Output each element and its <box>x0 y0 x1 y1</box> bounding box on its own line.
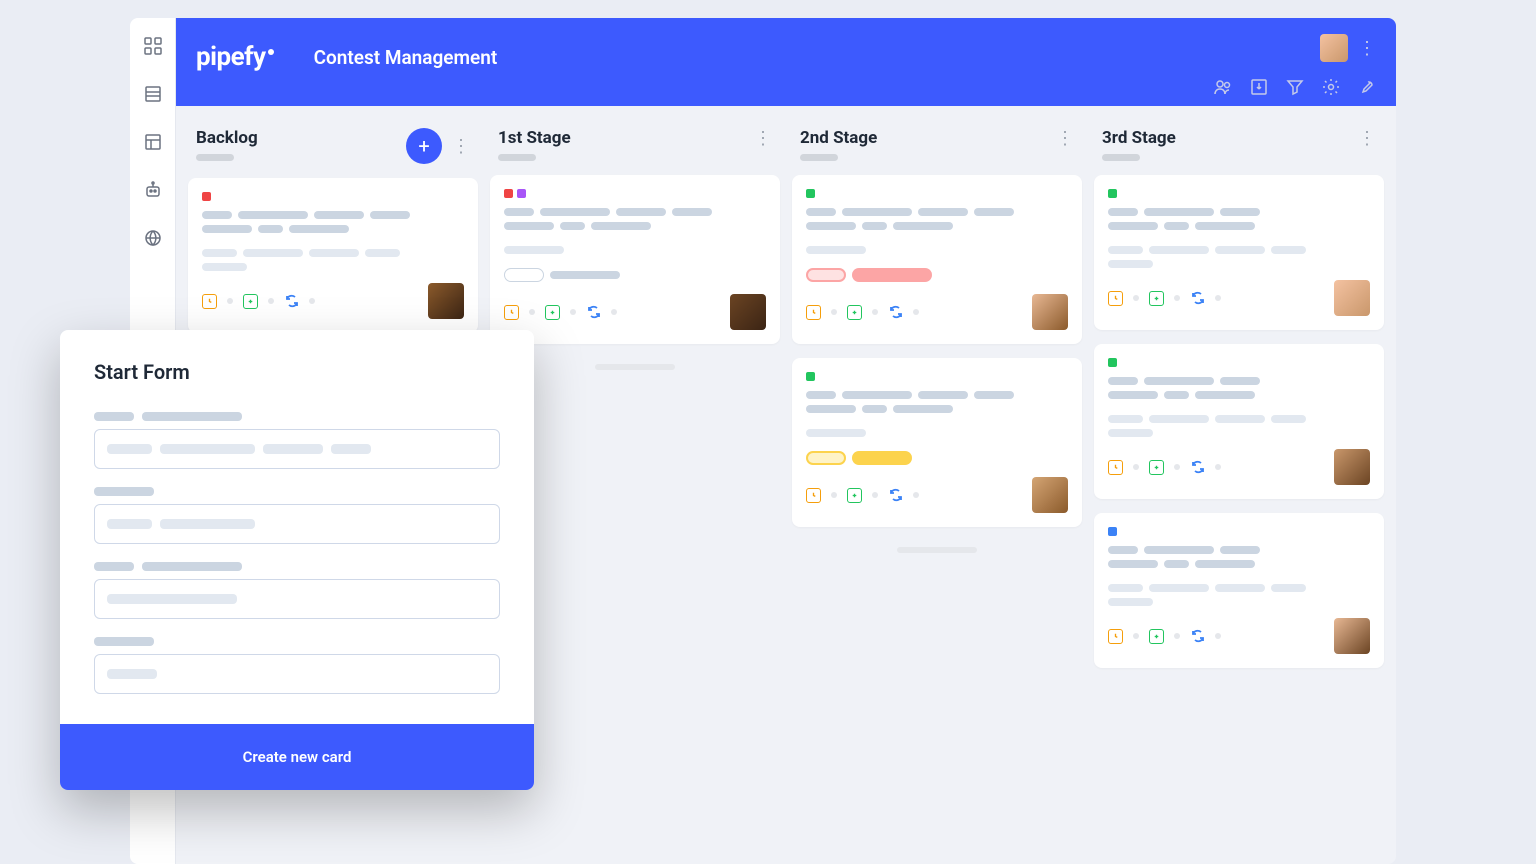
header-toolbar <box>1214 78 1376 96</box>
column-title: 3rd Stage <box>1102 128 1176 148</box>
column-header: Backlog + ⋮ <box>188 122 478 178</box>
sync-icon <box>888 305 903 320</box>
check-icon <box>847 305 862 320</box>
members-icon[interactable] <box>1214 78 1232 96</box>
check-icon <box>847 488 862 503</box>
label-purple <box>517 189 526 198</box>
globe-icon[interactable] <box>141 226 165 250</box>
column-title: 2nd Stage <box>800 128 877 148</box>
add-card-button[interactable]: + <box>406 128 442 164</box>
dashboard-icon[interactable] <box>141 34 165 58</box>
filter-icon[interactable] <box>1286 78 1304 96</box>
header-menu-icon[interactable]: ⋮ <box>1358 38 1376 59</box>
column-title: Backlog <box>196 128 258 148</box>
column-title: 1st Stage <box>498 128 571 148</box>
label-red <box>202 192 211 201</box>
settings-icon[interactable] <box>1322 78 1340 96</box>
assignee-avatar[interactable] <box>1334 449 1370 485</box>
wrench-icon[interactable] <box>1358 78 1376 96</box>
form-field-2[interactable] <box>94 504 500 544</box>
kanban-card[interactable] <box>792 358 1082 527</box>
sync-icon <box>1190 460 1205 475</box>
import-icon[interactable] <box>1250 78 1268 96</box>
assignee-avatar[interactable] <box>428 283 464 319</box>
check-icon <box>1149 629 1164 644</box>
header: pipefy Contest Management ⋮ <box>176 18 1396 106</box>
label-green <box>806 372 815 381</box>
clock-icon <box>806 305 821 320</box>
card-status-icons <box>202 294 315 309</box>
user-avatar[interactable] <box>1320 34 1348 62</box>
column-menu-icon[interactable]: ⋮ <box>1056 128 1074 149</box>
check-icon <box>1149 460 1164 475</box>
label-blue <box>1108 527 1117 536</box>
create-card-button[interactable]: Create new card <box>60 724 534 790</box>
column-scrollbar <box>897 547 977 553</box>
kanban-card[interactable] <box>490 175 780 344</box>
sync-icon <box>284 294 299 309</box>
start-form-modal: Start Form Create new card <box>60 330 534 790</box>
sync-icon <box>586 305 601 320</box>
logo: pipefy <box>196 42 274 72</box>
column-menu-icon[interactable]: ⋮ <box>754 128 772 149</box>
assignee-avatar[interactable] <box>1334 618 1370 654</box>
check-icon <box>545 305 560 320</box>
column-scrollbar <box>595 364 675 370</box>
column-stage-3: 3rd Stage ⋮ <box>1094 122 1384 864</box>
clock-icon <box>806 488 821 503</box>
clock-icon <box>1108 460 1123 475</box>
form-field-1[interactable] <box>94 429 500 469</box>
modal-title: Start Form <box>94 360 500 384</box>
assignee-avatar[interactable] <box>1032 294 1068 330</box>
clock-icon <box>1108 291 1123 306</box>
kanban-card[interactable] <box>792 175 1082 344</box>
kanban-card[interactable] <box>188 178 478 333</box>
form-field-3[interactable] <box>94 579 500 619</box>
kanban-card[interactable] <box>1094 513 1384 668</box>
form-field-4[interactable] <box>94 654 500 694</box>
label-green <box>806 189 815 198</box>
kanban-card[interactable] <box>1094 344 1384 499</box>
pipe-title: Contest Management <box>314 46 498 69</box>
column-stage-2: 2nd Stage ⋮ <box>792 122 1082 864</box>
sync-icon <box>888 488 903 503</box>
clock-icon <box>504 305 519 320</box>
clock-icon <box>1108 629 1123 644</box>
label-red <box>504 189 513 198</box>
label-green <box>1108 189 1117 198</box>
sync-icon <box>1190 629 1205 644</box>
layout-icon[interactable] <box>141 130 165 154</box>
assignee-avatar[interactable] <box>730 294 766 330</box>
kanban-card[interactable] <box>1094 175 1384 330</box>
column-menu-icon[interactable]: ⋮ <box>452 136 470 157</box>
assignee-avatar[interactable] <box>1032 477 1068 513</box>
check-icon <box>1149 291 1164 306</box>
clock-icon <box>202 294 217 309</box>
check-icon <box>243 294 258 309</box>
column-subtitle-skeleton <box>196 154 234 161</box>
list-icon[interactable] <box>141 82 165 106</box>
sync-icon <box>1190 291 1205 306</box>
label-green <box>1108 358 1117 367</box>
assignee-avatar[interactable] <box>1334 280 1370 316</box>
bot-icon[interactable] <box>141 178 165 202</box>
column-menu-icon[interactable]: ⋮ <box>1358 128 1376 149</box>
